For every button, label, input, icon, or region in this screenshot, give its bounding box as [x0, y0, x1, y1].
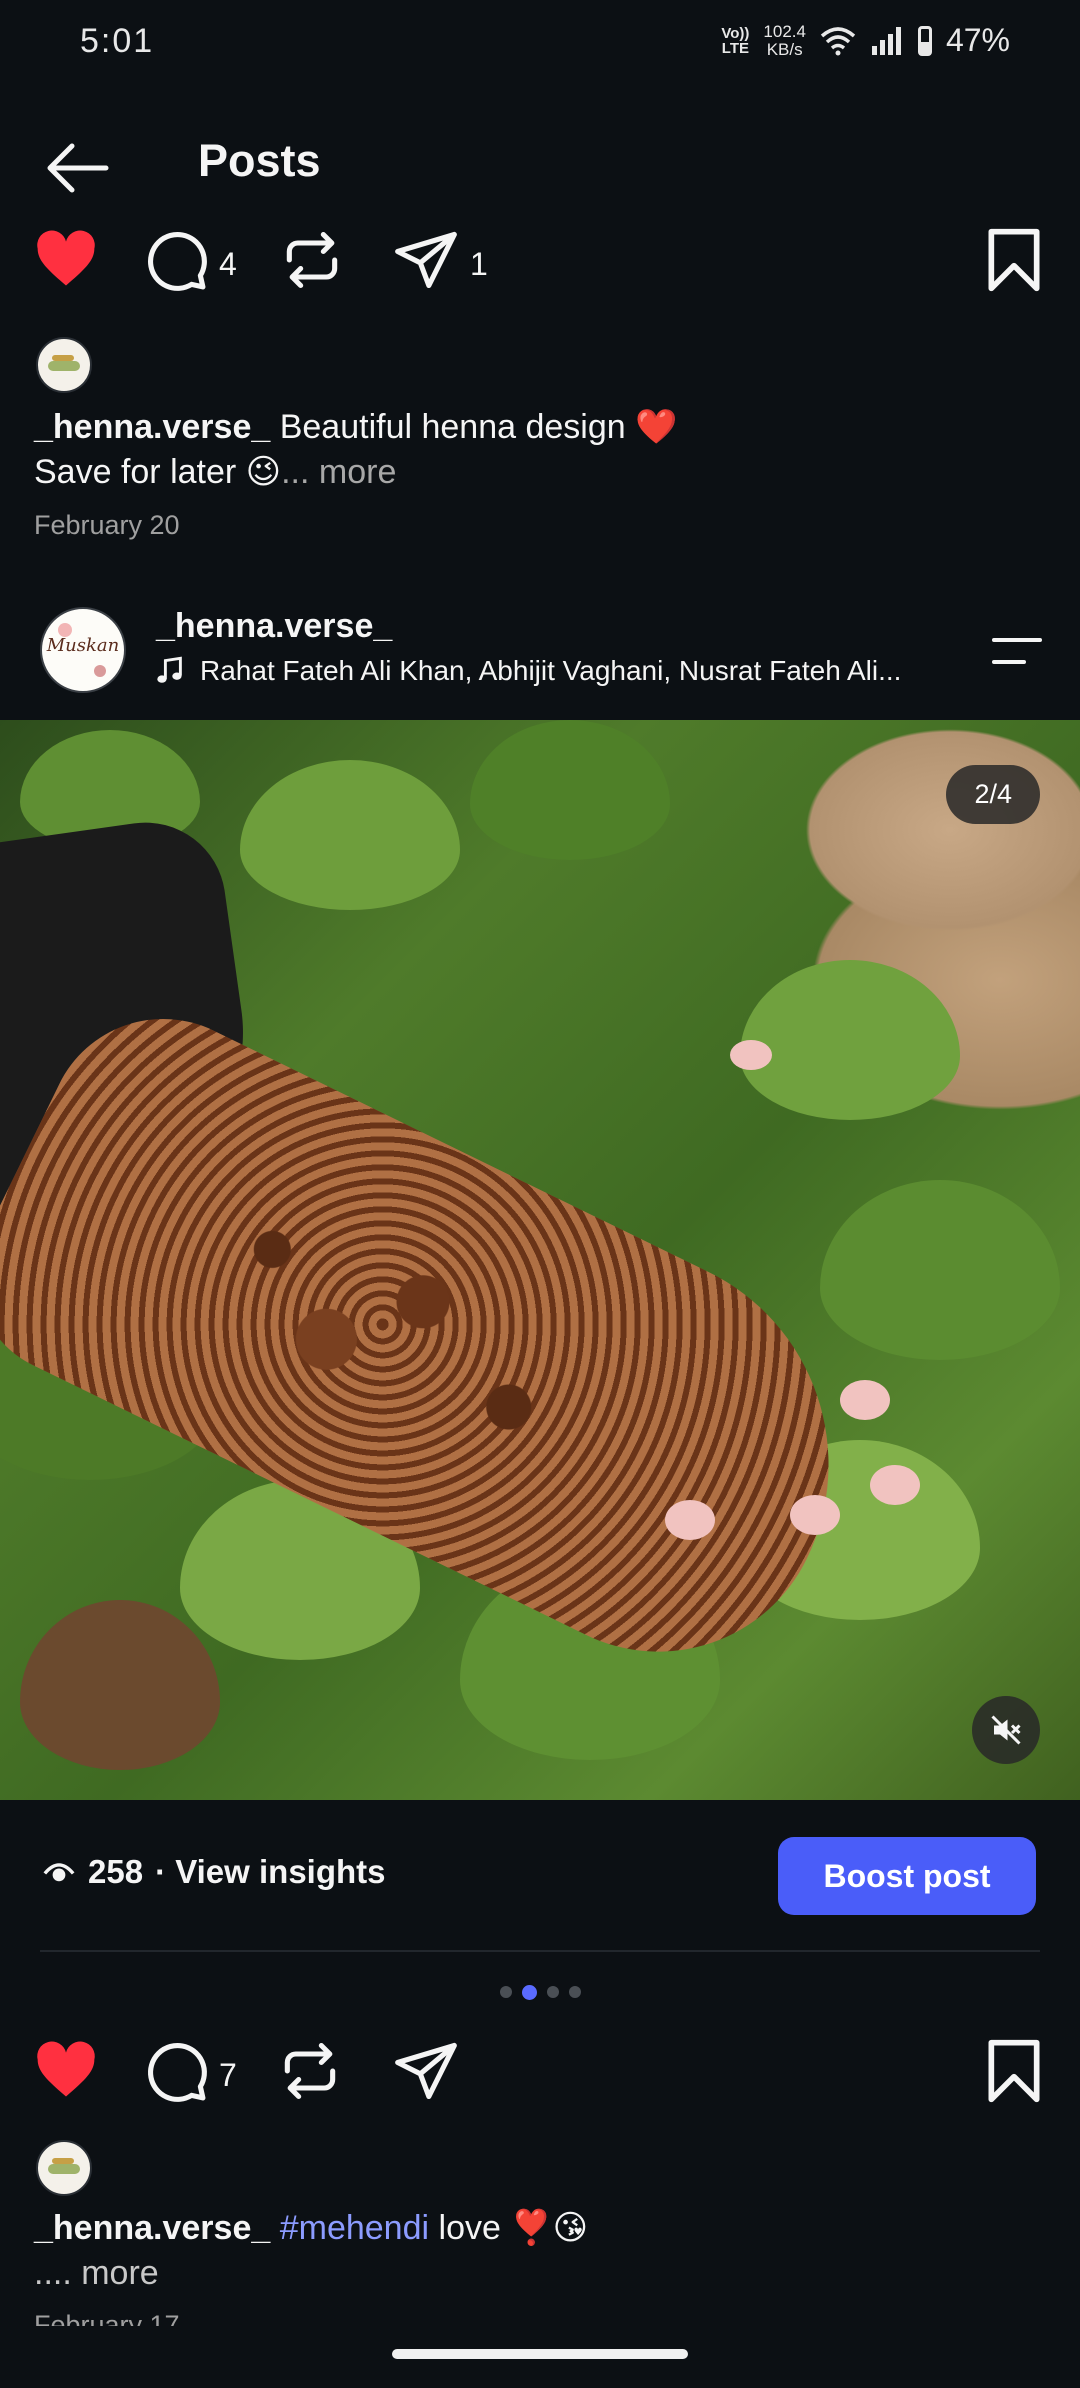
comment-icon[interactable] — [142, 2037, 210, 2105]
wifi-icon — [820, 26, 856, 55]
post-actions: 4 1 — [0, 226, 1080, 316]
volte-top: Vo)) — [721, 24, 750, 42]
carousel-dot-active — [521, 1985, 537, 2000]
menu-icon[interactable] — [988, 634, 1046, 668]
carousel-dot — [499, 1986, 512, 1998]
liked-by-avatar[interactable] — [36, 337, 92, 393]
comment-count: 7 — [219, 2057, 237, 2093]
caption-text: Beautiful henna design ❤️ — [270, 408, 678, 446]
status-time: 5:01 — [80, 22, 155, 60]
send-icon[interactable] — [392, 226, 460, 294]
caption-username[interactable]: _henna.verse_ — [34, 408, 270, 446]
caption-username[interactable]: _henna.verse_ — [34, 2209, 270, 2247]
battery-level: 47% — [945, 22, 1010, 58]
liked-by-avatar[interactable] — [36, 2140, 92, 2196]
bookmark-icon[interactable] — [984, 2037, 1044, 2105]
music-note-icon — [157, 656, 182, 683]
caption-line2: Save for later 😉 — [34, 453, 282, 491]
signal-icon — [871, 26, 901, 55]
more-link[interactable]: ... more — [281, 453, 396, 491]
speed-value: 102.4 — [763, 21, 806, 41]
boost-post-button[interactable]: Boost post — [778, 1837, 1036, 1915]
eye-icon — [43, 1863, 75, 1882]
carousel-dot — [546, 1986, 559, 1998]
view-insights[interactable]: 258 · View insights — [42, 1853, 386, 1891]
view-count: 258 — [88, 1853, 144, 1890]
post-photo[interactable] — [0, 720, 1080, 1800]
post-date: February 20 — [34, 510, 180, 540]
music-artists: Rahat Fateh Ali Khan, Abhijit Vaghani, N… — [200, 655, 902, 686]
mute-button[interactable] — [972, 1696, 1040, 1764]
comment-icon[interactable] — [142, 226, 210, 294]
status-icons: Vo)) LTE 102.4 KB/s 47% — [721, 22, 1010, 59]
divider — [40, 1950, 1040, 1952]
speed-unit: KB/s — [766, 39, 803, 59]
post-caption-2: _henna.verse_ #mehendi love ❣️😘 .... mor… — [34, 2206, 1034, 2296]
carousel-dot — [568, 1986, 581, 1998]
carousel-dots — [0, 1985, 1080, 2000]
post-actions-2: 7 — [0, 2037, 1080, 2127]
repost-icon[interactable] — [276, 2037, 344, 2105]
music-info[interactable]: Rahat Fateh Ali Khan, Abhijit Vaghani, N… — [156, 655, 901, 687]
repost-icon[interactable] — [278, 226, 346, 294]
hashtag-link[interactable]: #mehendi — [280, 2209, 429, 2247]
heart-filled-icon[interactable] — [32, 2037, 100, 2105]
bookmark-icon[interactable] — [984, 226, 1044, 294]
post-date-2: February 17 — [34, 2310, 180, 2326]
send-icon[interactable] — [392, 2037, 460, 2105]
share-count: 1 — [470, 246, 488, 282]
post-username[interactable]: _henna.verse_ — [156, 607, 392, 646]
battery-icon — [917, 25, 932, 56]
volte-bottom: LTE — [721, 39, 749, 57]
home-indicator[interactable] — [392, 2349, 688, 2359]
carousel-counter: 2/4 — [946, 765, 1040, 824]
network-speed: 102.4 KB/s — [763, 21, 806, 59]
profile-avatar[interactable]: Muskan — [40, 607, 126, 693]
speaker-muted-icon — [991, 1715, 1021, 1745]
view-insights-label: · View insights — [155, 1853, 386, 1890]
arrow-left-icon[interactable] — [42, 140, 112, 196]
comment-count: 4 — [219, 246, 237, 282]
avatar-logo-text: Muskan — [46, 635, 120, 656]
page-title: Posts — [198, 135, 321, 186]
heart-filled-icon[interactable] — [32, 226, 100, 294]
volte-indicator: Vo)) LTE — [721, 26, 749, 56]
more-link[interactable]: .... more — [34, 2254, 159, 2292]
caption-text: love ❣️😘 — [429, 2209, 589, 2247]
post-caption: _henna.verse_ Beautiful henna design ❤️ … — [34, 405, 1034, 495]
